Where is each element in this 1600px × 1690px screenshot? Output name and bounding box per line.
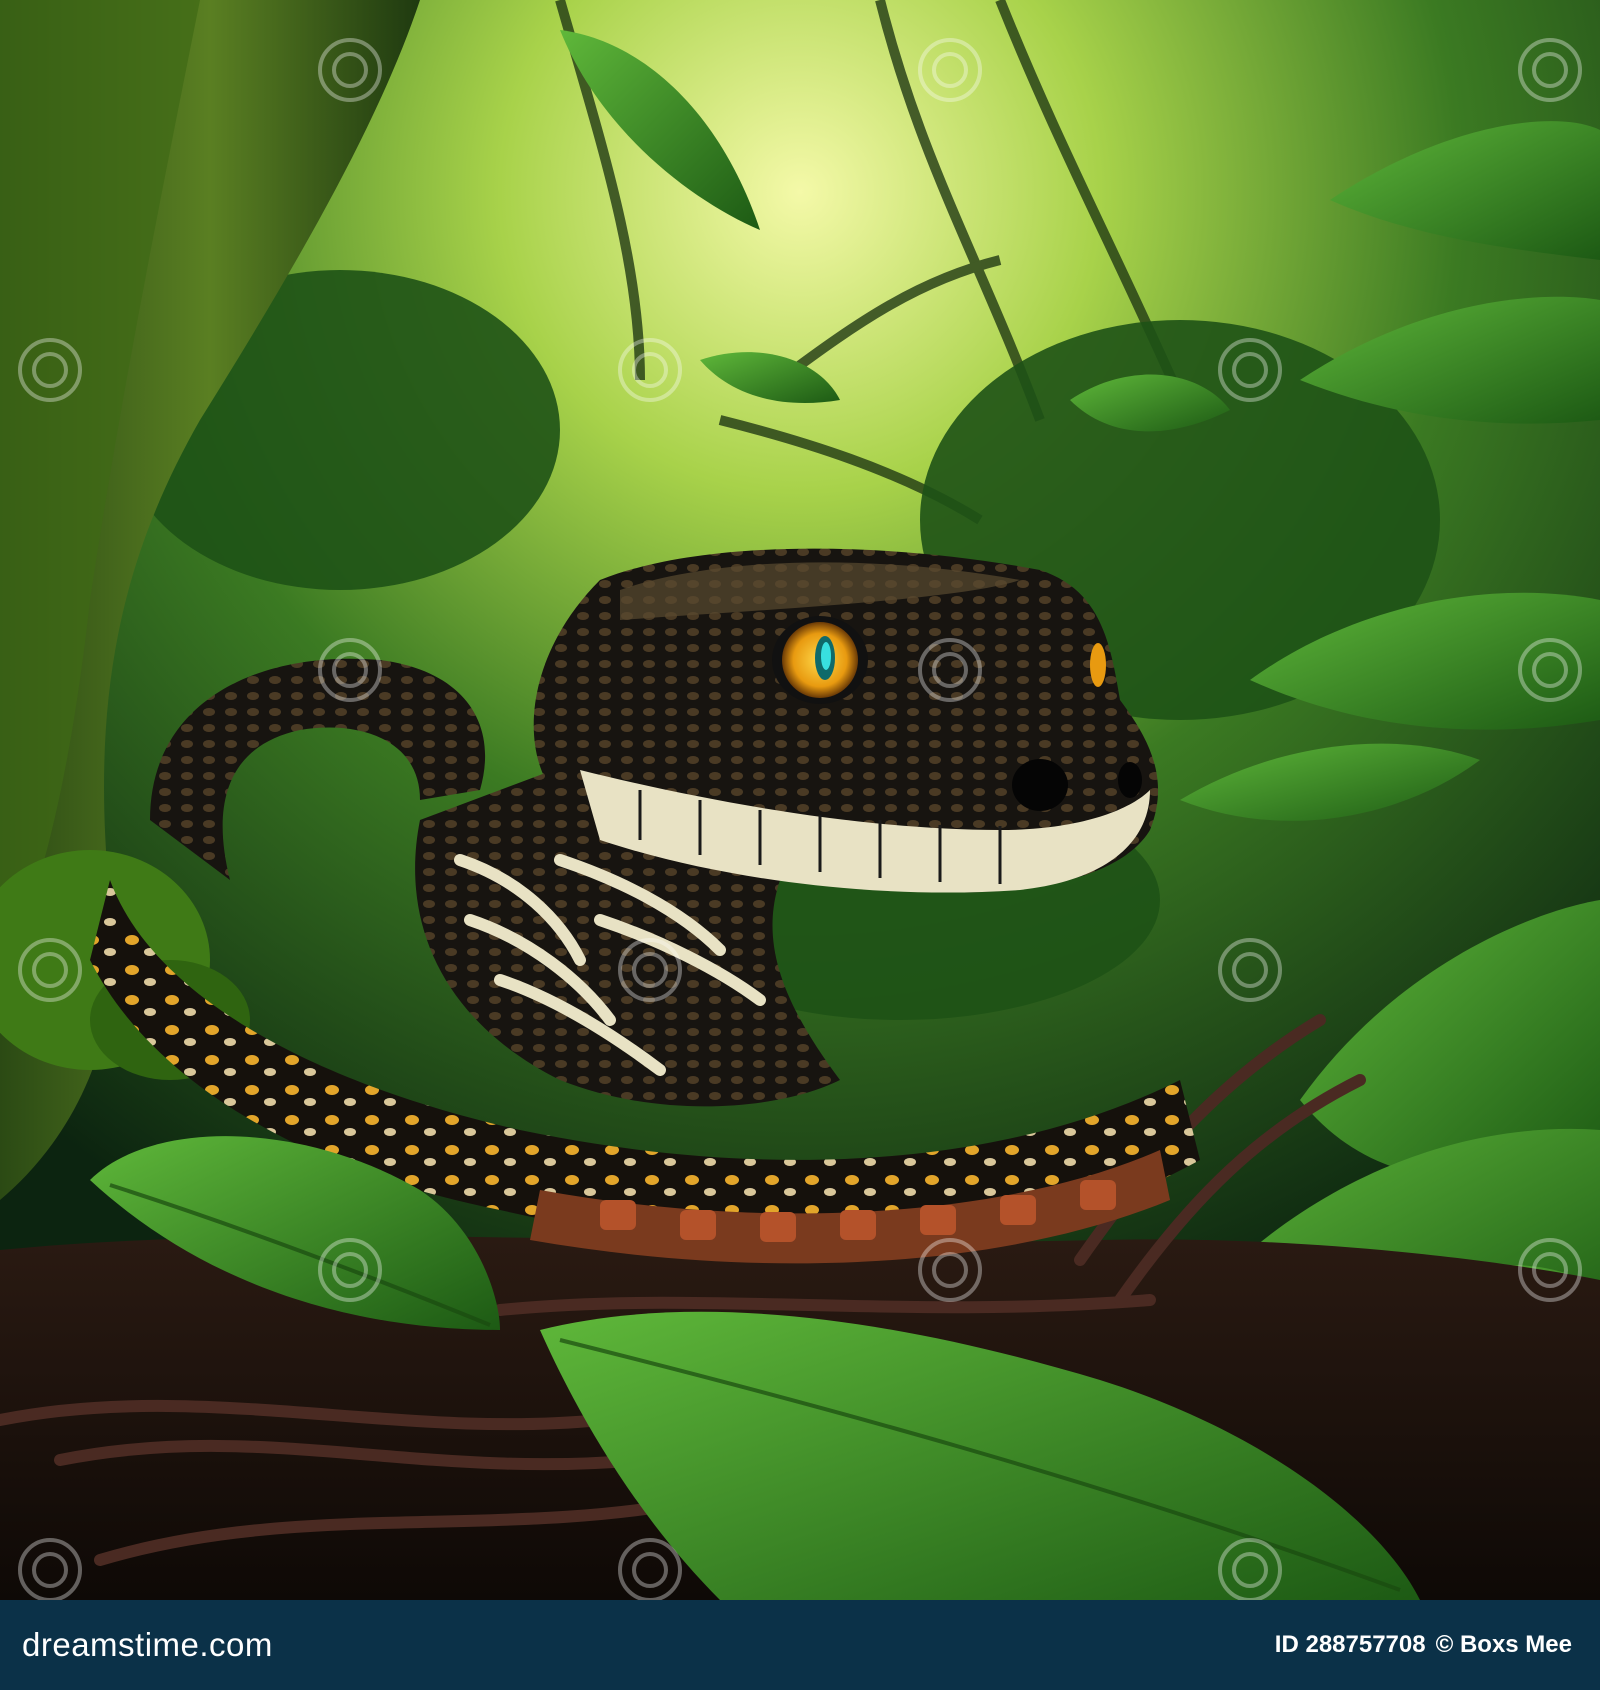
footer-bar: dreamstime.com ID 288757708 © Boxs Mee: [0, 1600, 1600, 1690]
image-credit: ID 288757708 © Boxs Mee: [1275, 1631, 1572, 1659]
image-id: ID 288757708: [1274, 1631, 1426, 1658]
brand-logo-text[interactable]: dreamstime.com: [22, 1626, 273, 1664]
author-credit[interactable]: © Boxs Mee: [1436, 1631, 1572, 1659]
stock-photo: [0, 0, 1600, 1600]
snake-jungle-illustration: [0, 0, 1600, 1600]
